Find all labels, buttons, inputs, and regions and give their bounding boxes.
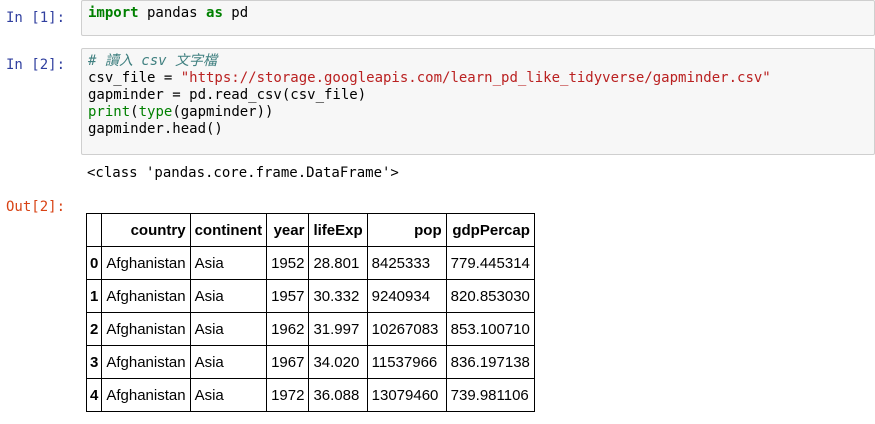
code-line-csv-file: csv_file =	[88, 70, 181, 86]
url-string: "https://storage.googleapis.com/learn_pd…	[180, 70, 771, 86]
table-cell: 1962	[266, 312, 310, 346]
module-name: pandas	[138, 5, 207, 21]
table-cell: 853.100710	[445, 312, 535, 346]
table-cell: Asia	[189, 345, 268, 379]
table-row: 3 Afghanistan Asia 1967 34.020 11537966 …	[85, 345, 535, 379]
table-cell: Asia	[189, 378, 268, 412]
table-cell: Afghanistan	[101, 246, 191, 280]
code-line-head: gapminder.head()	[88, 121, 223, 137]
column-header: pop	[366, 213, 447, 247]
table-cell: 36.088	[308, 378, 368, 412]
table-cell: Afghanistan	[101, 378, 191, 412]
code-comment: # 讀入 csv 文字檔	[88, 53, 218, 69]
cell-1-code: import pandas as pd	[82, 1, 874, 26]
table-cell: 1957	[266, 279, 310, 313]
table-cell: Asia	[189, 312, 268, 346]
import-keyword: import	[88, 5, 139, 21]
row-index: 1	[85, 279, 103, 313]
as-keyword: as	[206, 5, 223, 21]
table-cell: 739.981106	[445, 378, 535, 412]
column-header: continent	[189, 213, 268, 247]
row-index: 3	[85, 345, 103, 379]
table-header-row: country continent year lifeExp pop gdpPe…	[85, 213, 535, 247]
table-cell: 779.445314	[445, 246, 535, 280]
row-index: 2	[85, 312, 103, 346]
table-cell: 31.997	[308, 312, 368, 346]
column-header: gdpPercap	[445, 213, 535, 247]
table-cell: 28.801	[308, 246, 368, 280]
table-cell: 1952	[266, 246, 310, 280]
table-cell: 1967	[266, 345, 310, 379]
cell-1-input-prompt: In [1]:	[6, 10, 66, 26]
table-cell: Afghanistan	[101, 312, 191, 346]
table-row: 0 Afghanistan Asia 1952 28.801 8425333 7…	[85, 246, 535, 280]
code-line-type-args: (gapminder))	[172, 104, 274, 120]
row-index: 4	[85, 378, 103, 412]
table-cell: Asia	[189, 246, 268, 280]
cell-2-input-prompt: In [2]:	[6, 57, 66, 73]
code-line-read-csv: gapminder = pd.read_csv(csv_file)	[88, 87, 367, 103]
cell-2-code-editor[interactable]: # 讀入 csv 文字檔 csv_file = "https://storage…	[81, 48, 875, 155]
table-cell: 1972	[266, 378, 310, 412]
table-cell: 11537966	[366, 345, 447, 379]
table-cell: 8425333	[366, 246, 447, 280]
cell-2-output-prompt: Out[2]:	[6, 199, 66, 215]
table-cell: Asia	[189, 279, 268, 313]
print-builtin: print	[88, 104, 131, 120]
dataframe-output-table: country continent year lifeExp pop gdpPe…	[85, 213, 535, 412]
type-builtin: type	[138, 104, 173, 120]
cell-1-code-editor[interactable]: import pandas as pd	[81, 0, 875, 36]
table-cell: 836.197138	[445, 345, 535, 379]
column-header: lifeExp	[308, 213, 368, 247]
table-row: 1 Afghanistan Asia 1957 30.332 9240934 8…	[85, 279, 535, 313]
table-cell: 34.020	[308, 345, 368, 379]
row-index: 0	[85, 246, 103, 280]
table-cell: 30.332	[308, 279, 368, 313]
paren: (	[130, 104, 139, 120]
table-row: 4 Afghanistan Asia 1972 36.088 13079460 …	[85, 378, 535, 412]
cell-2-stdout: <class 'pandas.core.frame.DataFrame'>	[87, 165, 399, 181]
column-header: year	[266, 213, 310, 247]
column-header: country	[101, 213, 191, 247]
table-cell: 13079460	[366, 378, 447, 412]
table-row: 2 Afghanistan Asia 1962 31.997 10267083 …	[85, 312, 535, 346]
table-cell: 10267083	[366, 312, 447, 346]
table-cell: 820.853030	[445, 279, 535, 313]
table-cell: Afghanistan	[101, 345, 191, 379]
index-header	[85, 213, 103, 247]
table-cell: 9240934	[366, 279, 447, 313]
cell-2-code: # 讀入 csv 文字檔 csv_file = "https://storage…	[82, 49, 874, 142]
alias-name: pd	[222, 5, 249, 21]
table-cell: Afghanistan	[101, 279, 191, 313]
